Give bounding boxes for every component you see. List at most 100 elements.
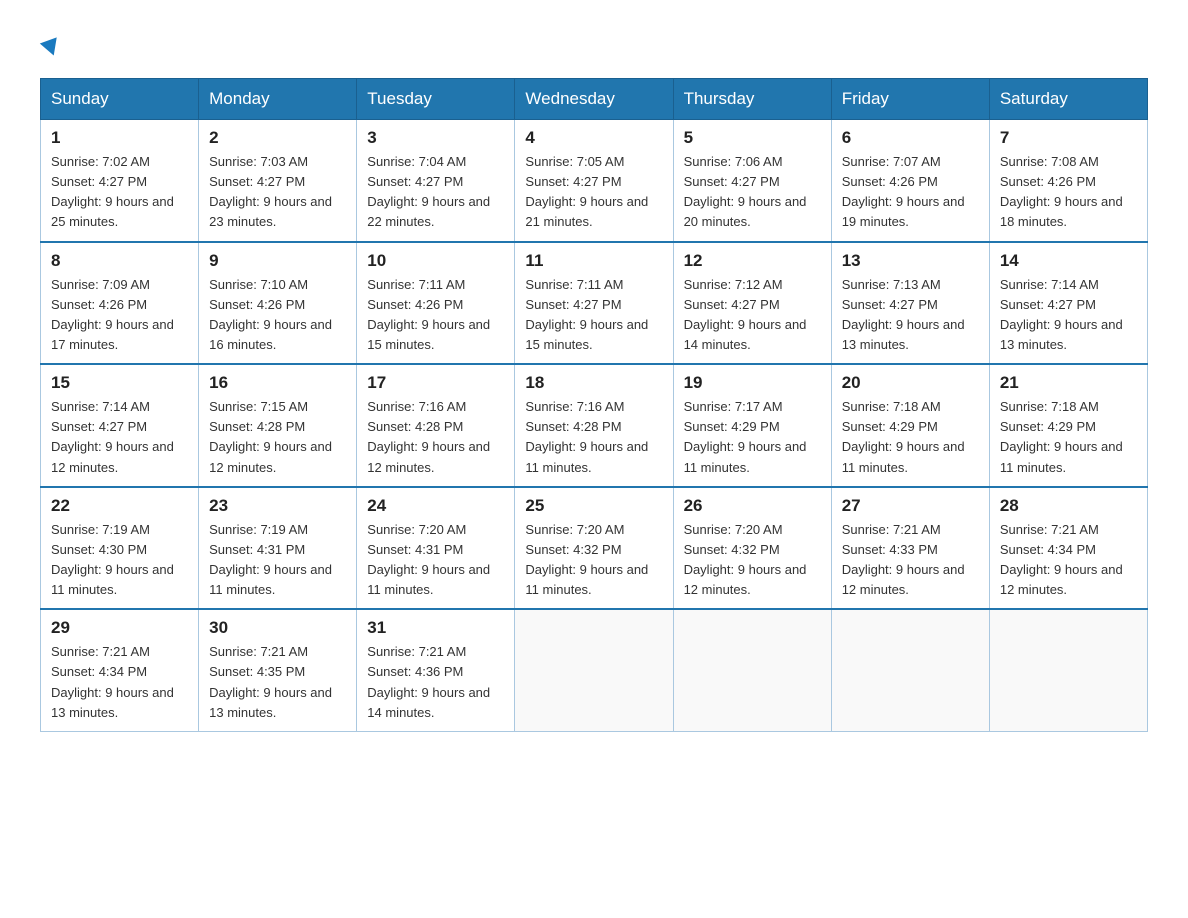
calendar-cell: 4Sunrise: 7:05 AMSunset: 4:27 PMDaylight… bbox=[515, 120, 673, 242]
day-number: 30 bbox=[209, 618, 346, 638]
day-info: Sunrise: 7:06 AMSunset: 4:27 PMDaylight:… bbox=[684, 152, 821, 233]
day-number: 25 bbox=[525, 496, 662, 516]
day-info: Sunrise: 7:19 AMSunset: 4:31 PMDaylight:… bbox=[209, 520, 346, 601]
logo bbox=[40, 30, 60, 58]
day-number: 16 bbox=[209, 373, 346, 393]
day-info: Sunrise: 7:15 AMSunset: 4:28 PMDaylight:… bbox=[209, 397, 346, 478]
day-info: Sunrise: 7:21 AMSunset: 4:35 PMDaylight:… bbox=[209, 642, 346, 723]
calendar-cell: 11Sunrise: 7:11 AMSunset: 4:27 PMDayligh… bbox=[515, 242, 673, 365]
day-info: Sunrise: 7:21 AMSunset: 4:34 PMDaylight:… bbox=[51, 642, 188, 723]
calendar-body: 1 Sunrise: 7:02 AMSunset: 4:27 PMDaylight… bbox=[41, 120, 1148, 732]
calendar-cell: 20 Sunrise: 7:18 AMSunset: 4:29 PMDayligh… bbox=[831, 364, 989, 487]
day-info: Sunrise: 7:14 AMSunset: 4:27 PMDaylight:… bbox=[51, 397, 188, 478]
day-info: Sunrise: 7:16 AMSunset: 4:28 PMDaylight:… bbox=[525, 397, 662, 478]
weekday-header-tuesday: Tuesday bbox=[357, 79, 515, 120]
day-info: Sunrise: 7:09 AMSunset: 4:26 PMDaylight:… bbox=[51, 275, 188, 356]
calendar-cell: 14Sunrise: 7:14 AMSunset: 4:27 PMDayligh… bbox=[989, 242, 1147, 365]
calendar-week-5: 29 Sunrise: 7:21 AMSunset: 4:34 PMDayligh… bbox=[41, 609, 1148, 731]
day-number: 29 bbox=[51, 618, 188, 638]
calendar-cell: 12 Sunrise: 7:12 AMSunset: 4:27 PMDayligh… bbox=[673, 242, 831, 365]
day-info: Sunrise: 7:11 AMSunset: 4:26 PMDaylight:… bbox=[367, 275, 504, 356]
calendar-cell: 15Sunrise: 7:14 AMSunset: 4:27 PMDayligh… bbox=[41, 364, 199, 487]
calendar-cell: 2 Sunrise: 7:03 AMSunset: 4:27 PMDaylight… bbox=[199, 120, 357, 242]
day-info: Sunrise: 7:18 AMSunset: 4:29 PMDaylight:… bbox=[1000, 397, 1137, 478]
calendar-cell: 13 Sunrise: 7:13 AMSunset: 4:27 PMDayligh… bbox=[831, 242, 989, 365]
calendar-week-4: 22Sunrise: 7:19 AMSunset: 4:30 PMDayligh… bbox=[41, 487, 1148, 610]
calendar-cell: 24Sunrise: 7:20 AMSunset: 4:31 PMDayligh… bbox=[357, 487, 515, 610]
day-number: 2 bbox=[209, 128, 346, 148]
day-info: Sunrise: 7:08 AMSunset: 4:26 PMDaylight:… bbox=[1000, 152, 1137, 233]
day-number: 13 bbox=[842, 251, 979, 271]
day-info: Sunrise: 7:20 AMSunset: 4:31 PMDaylight:… bbox=[367, 520, 504, 601]
calendar-cell bbox=[515, 609, 673, 731]
weekday-header-saturday: Saturday bbox=[989, 79, 1147, 120]
calendar-cell: 17 Sunrise: 7:16 AMSunset: 4:28 PMDayligh… bbox=[357, 364, 515, 487]
calendar-week-2: 8 Sunrise: 7:09 AMSunset: 4:26 PMDaylight… bbox=[41, 242, 1148, 365]
calendar-cell: 6 Sunrise: 7:07 AMSunset: 4:26 PMDaylight… bbox=[831, 120, 989, 242]
day-number: 19 bbox=[684, 373, 821, 393]
calendar-cell: 22Sunrise: 7:19 AMSunset: 4:30 PMDayligh… bbox=[41, 487, 199, 610]
calendar-cell: 9Sunrise: 7:10 AMSunset: 4:26 PMDaylight… bbox=[199, 242, 357, 365]
calendar-week-3: 15Sunrise: 7:14 AMSunset: 4:27 PMDayligh… bbox=[41, 364, 1148, 487]
day-info: Sunrise: 7:02 AMSunset: 4:27 PMDaylight:… bbox=[51, 152, 188, 233]
day-number: 28 bbox=[1000, 496, 1137, 516]
day-info: Sunrise: 7:13 AMSunset: 4:27 PMDaylight:… bbox=[842, 275, 979, 356]
day-number: 14 bbox=[1000, 251, 1137, 271]
logo-general-line bbox=[40, 30, 60, 58]
weekday-header-row: SundayMondayTuesdayWednesdayThursdayFrid… bbox=[41, 79, 1148, 120]
calendar-week-1: 1 Sunrise: 7:02 AMSunset: 4:27 PMDaylight… bbox=[41, 120, 1148, 242]
day-info: Sunrise: 7:10 AMSunset: 4:26 PMDaylight:… bbox=[209, 275, 346, 356]
day-number: 31 bbox=[367, 618, 504, 638]
day-number: 26 bbox=[684, 496, 821, 516]
day-number: 12 bbox=[684, 251, 821, 271]
weekday-header-wednesday: Wednesday bbox=[515, 79, 673, 120]
day-info: Sunrise: 7:16 AMSunset: 4:28 PMDaylight:… bbox=[367, 397, 504, 478]
day-number: 17 bbox=[367, 373, 504, 393]
calendar-cell: 5Sunrise: 7:06 AMSunset: 4:27 PMDaylight… bbox=[673, 120, 831, 242]
calendar-cell: 10 Sunrise: 7:11 AMSunset: 4:26 PMDayligh… bbox=[357, 242, 515, 365]
day-info: Sunrise: 7:07 AMSunset: 4:26 PMDaylight:… bbox=[842, 152, 979, 233]
calendar-cell: 28 Sunrise: 7:21 AMSunset: 4:34 PMDayligh… bbox=[989, 487, 1147, 610]
day-number: 18 bbox=[525, 373, 662, 393]
weekday-header-monday: Monday bbox=[199, 79, 357, 120]
calendar-table: SundayMondayTuesdayWednesdayThursdayFrid… bbox=[40, 78, 1148, 732]
day-info: Sunrise: 7:04 AMSunset: 4:27 PMDaylight:… bbox=[367, 152, 504, 233]
day-number: 11 bbox=[525, 251, 662, 271]
day-number: 23 bbox=[209, 496, 346, 516]
calendar-cell: 8 Sunrise: 7:09 AMSunset: 4:26 PMDaylight… bbox=[41, 242, 199, 365]
day-info: Sunrise: 7:12 AMSunset: 4:27 PMDaylight:… bbox=[684, 275, 821, 356]
calendar-cell: 7 Sunrise: 7:08 AMSunset: 4:26 PMDaylight… bbox=[989, 120, 1147, 242]
day-info: Sunrise: 7:17 AMSunset: 4:29 PMDaylight:… bbox=[684, 397, 821, 478]
day-info: Sunrise: 7:18 AMSunset: 4:29 PMDaylight:… bbox=[842, 397, 979, 478]
calendar-cell: 16 Sunrise: 7:15 AMSunset: 4:28 PMDayligh… bbox=[199, 364, 357, 487]
day-number: 4 bbox=[525, 128, 662, 148]
calendar-cell bbox=[831, 609, 989, 731]
calendar-cell: 3Sunrise: 7:04 AMSunset: 4:27 PMDaylight… bbox=[357, 120, 515, 242]
day-number: 8 bbox=[51, 251, 188, 271]
calendar-cell: 27Sunrise: 7:21 AMSunset: 4:33 PMDayligh… bbox=[831, 487, 989, 610]
day-number: 6 bbox=[842, 128, 979, 148]
calendar-cell: 31 Sunrise: 7:21 AMSunset: 4:36 PMDayligh… bbox=[357, 609, 515, 731]
day-number: 10 bbox=[367, 251, 504, 271]
calendar-cell: 19 Sunrise: 7:17 AMSunset: 4:29 PMDayligh… bbox=[673, 364, 831, 487]
day-number: 1 bbox=[51, 128, 188, 148]
day-info: Sunrise: 7:20 AMSunset: 4:32 PMDaylight:… bbox=[684, 520, 821, 601]
calendar-cell: 30 Sunrise: 7:21 AMSunset: 4:35 PMDayligh… bbox=[199, 609, 357, 731]
day-info: Sunrise: 7:20 AMSunset: 4:32 PMDaylight:… bbox=[525, 520, 662, 601]
day-info: Sunrise: 7:21 AMSunset: 4:34 PMDaylight:… bbox=[1000, 520, 1137, 601]
day-info: Sunrise: 7:21 AMSunset: 4:36 PMDaylight:… bbox=[367, 642, 504, 723]
calendar-cell: 26 Sunrise: 7:20 AMSunset: 4:32 PMDayligh… bbox=[673, 487, 831, 610]
calendar-cell: 1 Sunrise: 7:02 AMSunset: 4:27 PMDaylight… bbox=[41, 120, 199, 242]
calendar-cell: 29 Sunrise: 7:21 AMSunset: 4:34 PMDayligh… bbox=[41, 609, 199, 731]
calendar-cell: 18 Sunrise: 7:16 AMSunset: 4:28 PMDayligh… bbox=[515, 364, 673, 487]
weekday-header-sunday: Sunday bbox=[41, 79, 199, 120]
weekday-header-friday: Friday bbox=[831, 79, 989, 120]
calendar-header: SundayMondayTuesdayWednesdayThursdayFrid… bbox=[41, 79, 1148, 120]
day-info: Sunrise: 7:03 AMSunset: 4:27 PMDaylight:… bbox=[209, 152, 346, 233]
day-number: 20 bbox=[842, 373, 979, 393]
day-number: 21 bbox=[1000, 373, 1137, 393]
logo-triangle-icon bbox=[40, 37, 62, 58]
calendar-cell: 21 Sunrise: 7:18 AMSunset: 4:29 PMDayligh… bbox=[989, 364, 1147, 487]
calendar-cell bbox=[673, 609, 831, 731]
day-number: 7 bbox=[1000, 128, 1137, 148]
